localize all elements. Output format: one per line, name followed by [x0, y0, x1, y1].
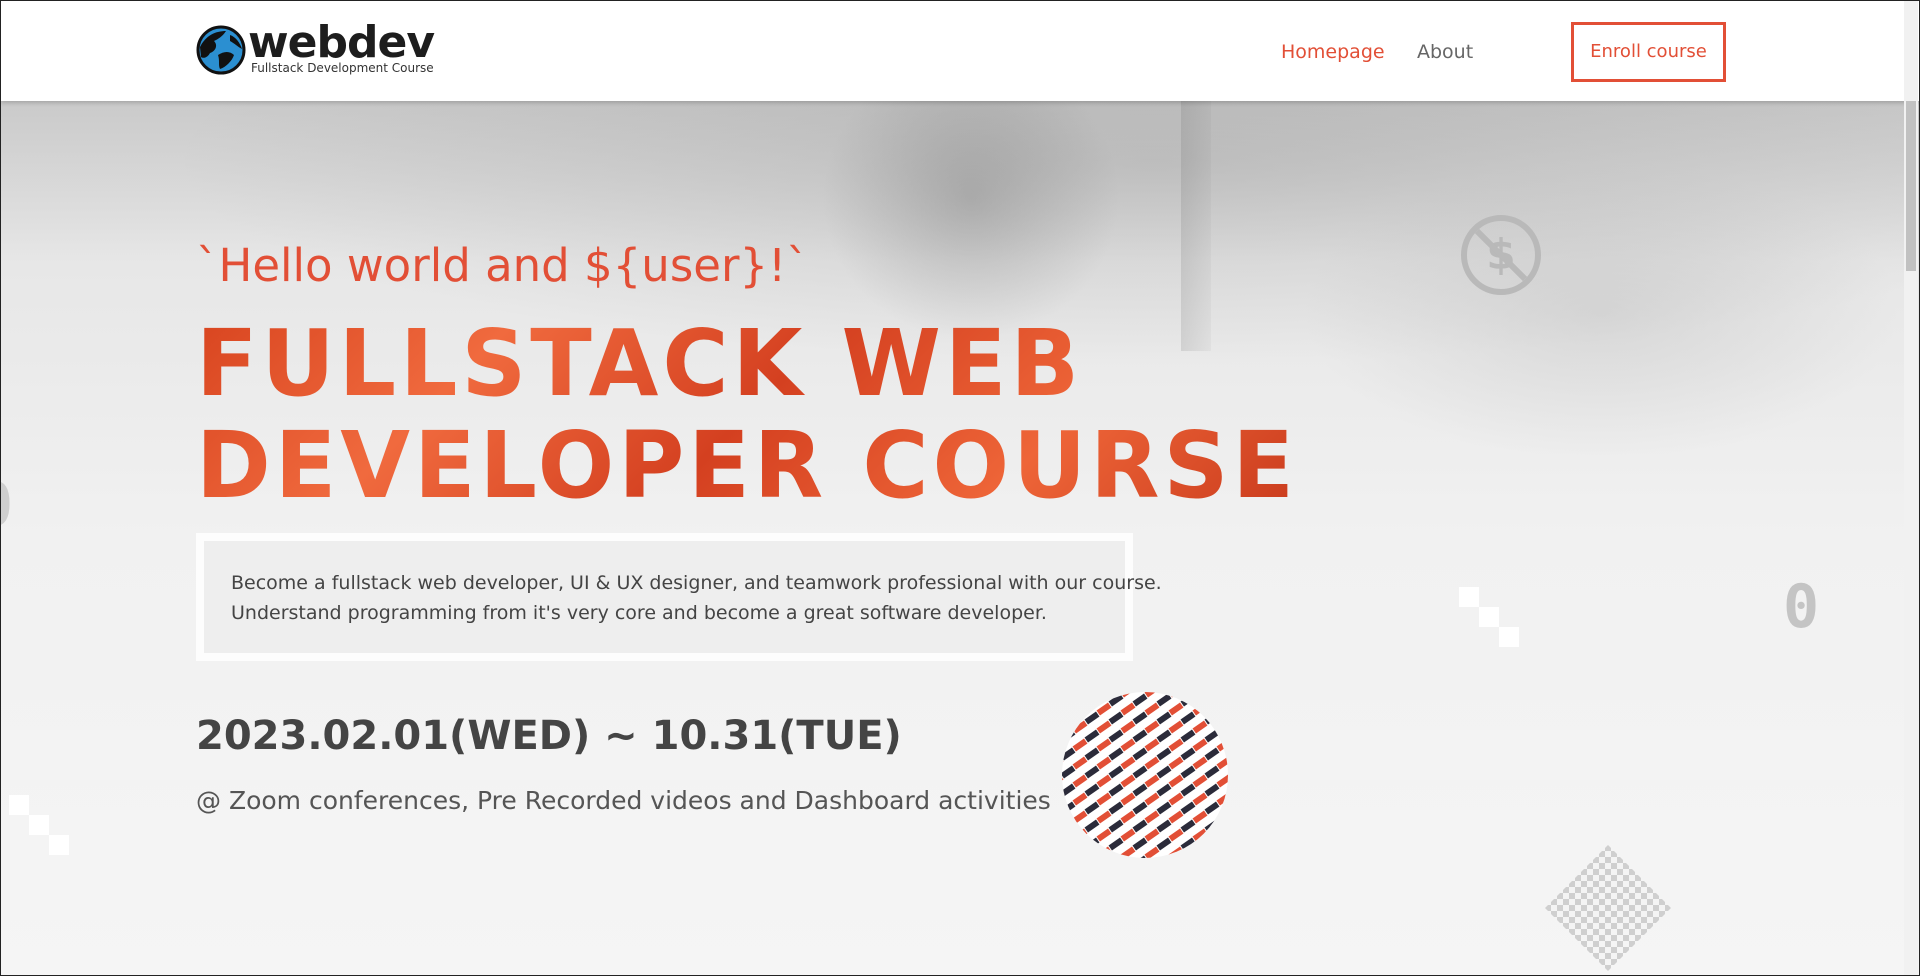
scrollbar-top-track — [1904, 1, 1918, 101]
hero-title-line-1: FULLSTACK WEB — [196, 310, 1084, 417]
hero-title-line-2: DEVELOPER COURSE — [196, 412, 1298, 519]
course-description-line-2: Understand programming from it's very co… — [231, 602, 1047, 624]
background-photo-figure — [821, 101, 1121, 341]
course-dates: 2023.02.01(WED) ~ 10.31(TUE) — [196, 713, 902, 759]
hero-greeting: `Hello world and ${user}!` — [196, 239, 809, 292]
course-description-box: Become a fullstack web developer, UI & U… — [196, 533, 1162, 661]
diamond-grid-pattern — [1545, 845, 1671, 971]
enroll-course-button[interactable]: Enroll course — [1571, 22, 1726, 82]
background-photo-gradient — [1, 101, 1919, 261]
pixel-steps-left-decoration — [9, 795, 69, 855]
site-header: webdev Fullstack Development Course Home… — [1, 1, 1919, 101]
svg-text:0: 0 — [1783, 573, 1819, 637]
dot-pattern-circle — [1062, 692, 1228, 858]
zero-glyph-left-icon: 0 — [0, 471, 13, 535]
globe-logo-icon — [196, 25, 246, 75]
hero-title: FULLSTACK WEB DEVELOPER COURSE — [196, 313, 1298, 517]
zero-glyph-icon: 0 — [1783, 573, 1819, 637]
course-description-line-1: Become a fullstack web developer, UI & U… — [231, 572, 1162, 594]
pixel-steps-decoration — [1459, 587, 1519, 647]
course-description: Become a fullstack web developer, UI & U… — [231, 568, 1162, 628]
no-dollar-icon: $ — [1461, 215, 1541, 295]
vertical-scrollbar[interactable] — [1904, 101, 1918, 975]
nav-about-link[interactable]: About — [1417, 41, 1473, 63]
course-location: @ Zoom conferences, Pre Recorded videos … — [196, 786, 1051, 815]
page: webdev Fullstack Development Course Home… — [0, 0, 1920, 976]
site-logo[interactable]: webdev Fullstack Development Course — [196, 17, 456, 79]
logo-subtitle: Fullstack Development Course — [251, 61, 434, 75]
svg-text:0: 0 — [0, 471, 13, 535]
scrollbar-thumb[interactable] — [1906, 101, 1916, 271]
nav-homepage-link[interactable]: Homepage — [1281, 41, 1385, 63]
background-photo-blur — [1301, 161, 1901, 461]
